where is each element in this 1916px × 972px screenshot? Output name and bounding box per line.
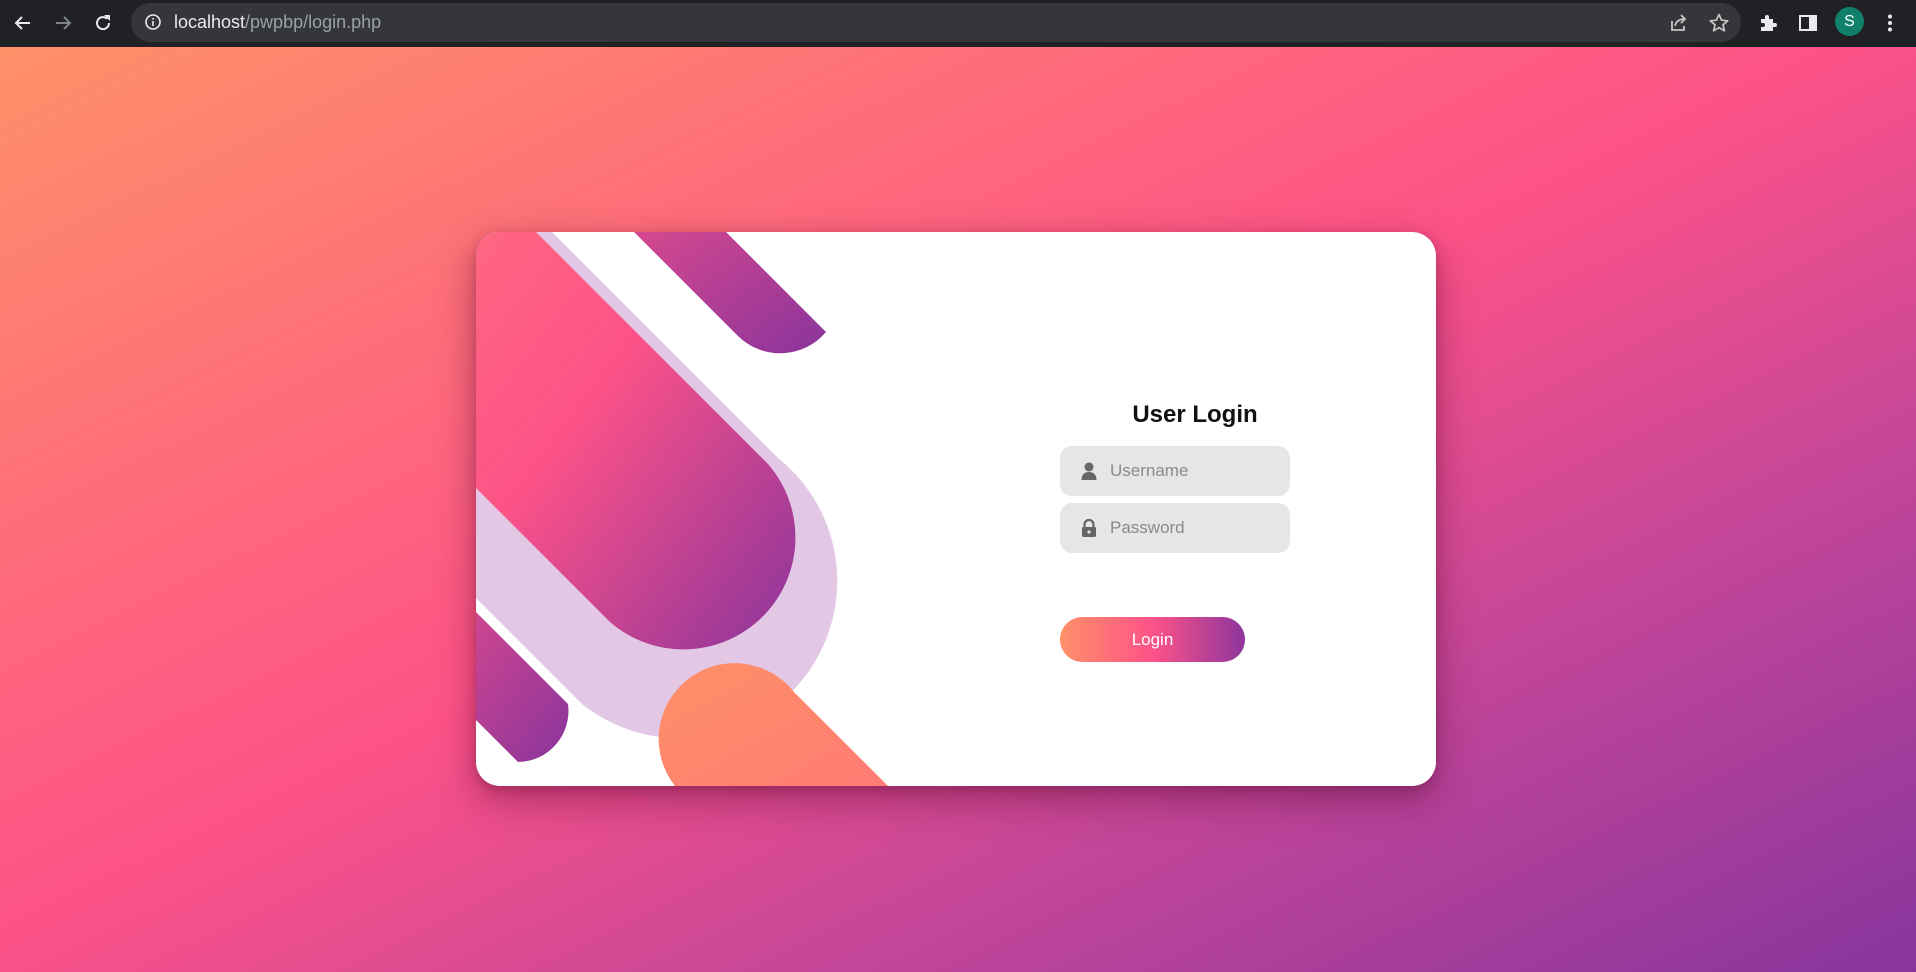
- extensions-icon[interactable]: [1757, 12, 1779, 34]
- password-input[interactable]: [1110, 503, 1280, 553]
- url-host: localhost: [174, 12, 246, 32]
- browser-toolbar: localhost/pwpbp/login.php S: [0, 0, 1916, 47]
- username-field[interactable]: [1060, 446, 1290, 496]
- reload-button[interactable]: [86, 6, 120, 40]
- star-icon[interactable]: [1708, 12, 1730, 34]
- url-text[interactable]: localhost/pwpbp/login.php: [174, 3, 381, 42]
- login-title: User Login: [1132, 401, 1258, 428]
- menu-icon[interactable]: [1879, 12, 1901, 34]
- side-panel-icon[interactable]: [1797, 12, 1819, 34]
- user-icon: [1081, 462, 1097, 480]
- username-input[interactable]: [1110, 446, 1280, 496]
- bottom-peach-shape: [658, 663, 888, 786]
- forward-arrow-icon: [56, 16, 72, 30]
- password-field[interactable]: [1060, 503, 1290, 553]
- back-arrow-icon: [14, 16, 30, 30]
- back-button[interactable]: [6, 6, 40, 40]
- address-bar[interactable]: localhost/pwpbp/login.php: [131, 3, 1741, 42]
- decorative-art: [476, 232, 888, 786]
- url-path: /pwpbp/login.php: [245, 12, 382, 32]
- reload-icon: [96, 15, 111, 31]
- forward-button[interactable]: [46, 6, 80, 40]
- profile-avatar[interactable]: S: [1835, 7, 1864, 36]
- lock-icon: [1082, 518, 1096, 537]
- page-background: User Login Login: [0, 47, 1916, 972]
- share-icon[interactable]: [1668, 12, 1690, 34]
- login-button[interactable]: Login: [1060, 617, 1245, 662]
- info-icon[interactable]: [144, 13, 162, 31]
- login-card: User Login Login: [476, 232, 1436, 786]
